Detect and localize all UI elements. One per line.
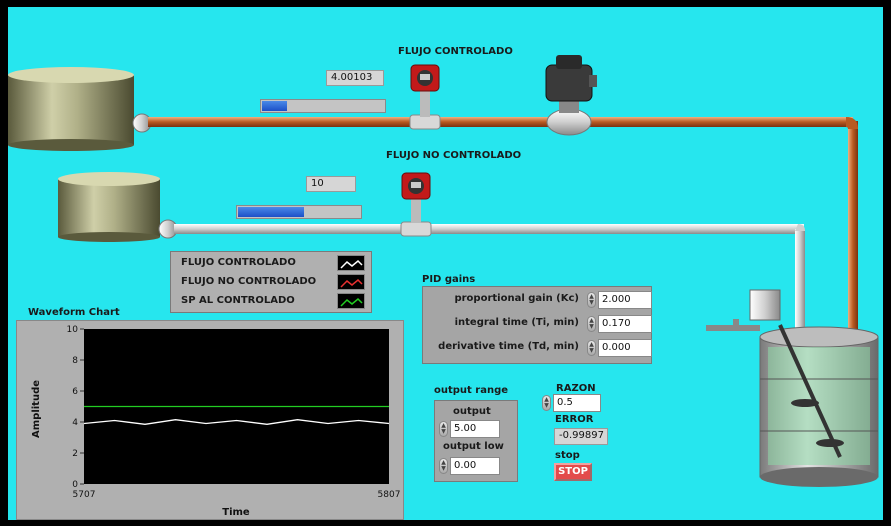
output-high-label: output [453,406,491,417]
control-valve-icon [545,55,597,136]
tank-lower [58,172,160,242]
stop-button[interactable]: STOP [554,463,592,481]
uncontrolled-flow-bar [236,205,362,219]
uncontrolled-flow-title: FLUJO NO CONTROLADO [386,150,522,161]
output-low-input[interactable]: 0.00 [450,457,500,475]
flow-meter-lower-icon [400,172,432,237]
flow-meter-upper-icon [409,64,441,130]
razon-control: ▲ ▼ 0.5 [542,394,601,412]
output-low-control: ▲ ▼ 0.00 [439,457,500,475]
chart-title: Waveform Chart [28,307,120,318]
error-label: ERROR [555,414,594,425]
tank-upper [8,67,134,151]
pid-title: PID gains [422,274,476,285]
kc-label: proportional gain (Kc) [454,293,579,304]
front-panel: FLUJO CONTROLADO 4.00103 FLUJO NO CONTRO… [8,7,883,520]
output-high-spinner[interactable]: ▲ ▼ [439,421,448,437]
ti-spinner[interactable]: ▲ ▼ [587,316,596,332]
controlled-flow-bar [260,99,386,113]
waveform-chart: Amplitude Time 0 2 4 6 8 10 5707 5807 [16,320,404,520]
ti-label: integral time (Ti, min) [454,317,579,328]
y-ticks: 0 2 4 6 8 10 [67,325,84,490]
output-low-label: output low [443,441,504,452]
y-tick-label: 10 [67,325,79,335]
window-frame: FLUJO CONTROLADO 4.00103 FLUJO NO CONTRO… [0,0,891,526]
legend-swatch[interactable] [337,274,365,290]
output-high-control: ▲ ▼ 5.00 [439,420,500,438]
razon-label: RAZON [556,383,596,394]
controlled-flow-indicator: 4.00103 [326,70,384,86]
x-tick-label: 5707 [73,490,96,500]
output-low-spinner[interactable]: ▲ ▼ [439,458,448,474]
waveform-plot: Amplitude Time 0 2 4 6 8 10 5707 5807 [31,325,401,518]
kc-spinner[interactable]: ▲ ▼ [587,292,596,308]
output-range-title: output range [434,385,509,396]
uncontrolled-flow-bar-fill [238,207,305,217]
kc-input[interactable]: 2.000 [598,291,652,309]
td-label: derivative time (Td, min) [438,341,579,352]
td-spinner[interactable]: ▲ ▼ [587,340,596,356]
error-indicator: -0.99897 [554,428,608,445]
legend-swatch[interactable] [337,293,365,309]
y-tick-label: 6 [72,387,78,397]
kc-control: ▲ ▼ 2.000 [587,291,652,309]
controlled-flow-title: FLUJO CONTROLADO [398,46,513,57]
legend-label: SP AL CONTROLADO [181,295,295,306]
razon-spinner[interactable]: ▲ ▼ [542,395,551,411]
pid-gains-cluster: proportional gain (Kc) ▲ ▼ 2.000 integral… [422,286,652,364]
y-tick-label: 0 [72,480,78,490]
ti-control: ▲ ▼ 0.170 [587,315,652,333]
x-tick-label: 5807 [378,490,401,500]
legend-swatch[interactable] [337,255,365,271]
x-ticks: 5707 5807 [73,490,401,500]
uncontrolled-flow-indicator: 10 [306,176,356,192]
y-tick-label: 2 [72,449,78,459]
stop-label: stop [555,450,580,461]
td-control: ▲ ▼ 0.000 [587,339,652,357]
y-tick-label: 4 [72,418,78,428]
td-input[interactable]: 0.000 [598,339,652,357]
y-axis-label: Amplitude [31,380,42,438]
y-tick-label: 8 [72,356,78,366]
ti-input[interactable]: 0.170 [598,315,652,333]
chart-legend: FLUJO CONTROLADO FLUJO NO CONTROLADO SP … [170,251,372,313]
output-high-input[interactable]: 5.00 [450,420,500,438]
output-range-cluster: output ▲ ▼ 5.00 output low ▲ ▼ 0.00 [434,400,518,482]
razon-input[interactable]: 0.5 [553,394,601,412]
legend-label: FLUJO NO CONTROLADO [181,276,317,287]
controlled-flow-bar-fill [262,101,288,111]
x-axis-label: Time [222,507,250,518]
legend-label: FLUJO CONTROLADO [181,257,296,268]
